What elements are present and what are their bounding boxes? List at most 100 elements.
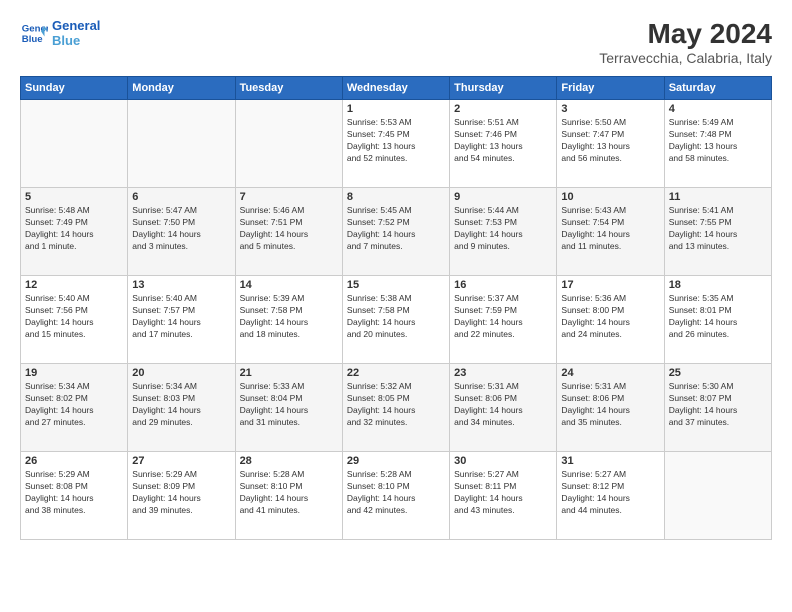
day-cell-6: 6Sunrise: 5:47 AM Sunset: 7:50 PM Daylig… <box>128 188 235 276</box>
title-block: May 2024 Terravecchia, Calabria, Italy <box>599 18 772 66</box>
day-detail: Sunrise: 5:27 AM Sunset: 8:11 PM Dayligh… <box>454 469 552 517</box>
header-tuesday: Tuesday <box>235 77 342 100</box>
day-number: 8 <box>347 191 445 203</box>
day-detail: Sunrise: 5:46 AM Sunset: 7:51 PM Dayligh… <box>240 205 338 253</box>
day-detail: Sunrise: 5:40 AM Sunset: 7:57 PM Dayligh… <box>132 293 230 341</box>
day-number: 10 <box>561 191 659 203</box>
day-number: 13 <box>132 279 230 291</box>
day-number: 17 <box>561 279 659 291</box>
day-detail: Sunrise: 5:32 AM Sunset: 8:05 PM Dayligh… <box>347 381 445 429</box>
day-number: 25 <box>669 367 767 379</box>
day-cell-30: 30 Sunrise: 5:27 AM Sunset: 8:11 PM Dayli… <box>450 452 557 540</box>
day-number: 11 <box>669 191 767 203</box>
day-cell-22: 22 Sunrise: 5:32 AM Sunset: 8:05 PM Dayli… <box>342 364 449 452</box>
day-number: 20 <box>132 367 230 379</box>
day-cell-2: 2 Sunrise: 5:51 AM Sunset: 7:46 PM Daylig… <box>450 100 557 188</box>
day-detail: Sunrise: 5:41 AM Sunset: 7:55 PM Dayligh… <box>669 205 767 253</box>
day-cell-13: 13 Sunrise: 5:40 AM Sunset: 7:57 PM Dayli… <box>128 276 235 364</box>
day-number: 2 <box>454 103 552 115</box>
day-number: 16 <box>454 279 552 291</box>
day-cell-10: 10Sunrise: 5:43 AM Sunset: 7:54 PM Dayli… <box>557 188 664 276</box>
day-detail: Sunrise: 5:53 AM Sunset: 7:45 PM Dayligh… <box>347 117 445 165</box>
day-cell-16: 16Sunrise: 5:37 AM Sunset: 7:59 PM Dayli… <box>450 276 557 364</box>
logo-line2: Blue <box>52 33 100 48</box>
day-cell-5: 5 Sunrise: 5:48 AM Sunset: 7:49 PM Daylig… <box>21 188 128 276</box>
day-cell-29: 29Sunrise: 5:28 AM Sunset: 8:10 PM Dayli… <box>342 452 449 540</box>
day-detail: Sunrise: 5:33 AM Sunset: 8:04 PM Dayligh… <box>240 381 338 429</box>
day-number: 31 <box>561 455 659 467</box>
day-detail: Sunrise: 5:29 AM Sunset: 8:09 PM Dayligh… <box>132 469 230 517</box>
day-cell-8: 8 Sunrise: 5:45 AM Sunset: 7:52 PM Daylig… <box>342 188 449 276</box>
logo-line1: General <box>52 18 100 33</box>
day-cell-15: 15 Sunrise: 5:38 AM Sunset: 7:58 PM Dayli… <box>342 276 449 364</box>
day-cell-19: 19 Sunrise: 5:34 AM Sunset: 8:02 PM Dayli… <box>21 364 128 452</box>
day-detail: Sunrise: 5:36 AM Sunset: 8:00 PM Dayligh… <box>561 293 659 341</box>
day-detail: Sunrise: 5:40 AM Sunset: 7:56 PM Dayligh… <box>25 293 123 341</box>
header-friday: Friday <box>557 77 664 100</box>
day-detail: Sunrise: 5:30 AM Sunset: 8:07 PM Dayligh… <box>669 381 767 429</box>
week-row-2: 5 Sunrise: 5:48 AM Sunset: 7:49 PM Daylig… <box>21 188 772 276</box>
header-monday: Monday <box>128 77 235 100</box>
day-detail: Sunrise: 5:35 AM Sunset: 8:01 PM Dayligh… <box>669 293 767 341</box>
week-row-5: 26 Sunrise: 5:29 AM Sunset: 8:08 PM Dayli… <box>21 452 772 540</box>
day-number: 3 <box>561 103 659 115</box>
day-cell-17: 17 Sunrise: 5:36 AM Sunset: 8:00 PM Dayli… <box>557 276 664 364</box>
header-row: SundayMondayTuesdayWednesdayThursdayFrid… <box>21 77 772 100</box>
calendar-table: SundayMondayTuesdayWednesdayThursdayFrid… <box>20 76 772 540</box>
day-cell-25: 25 Sunrise: 5:30 AM Sunset: 8:07 PM Dayli… <box>664 364 771 452</box>
week-row-1: 1 Sunrise: 5:53 AM Sunset: 7:45 PM Daylig… <box>21 100 772 188</box>
week-row-3: 12 Sunrise: 5:40 AM Sunset: 7:56 PM Dayli… <box>21 276 772 364</box>
header-wednesday: Wednesday <box>342 77 449 100</box>
day-cell-9: 9 Sunrise: 5:44 AM Sunset: 7:53 PM Daylig… <box>450 188 557 276</box>
day-number: 1 <box>347 103 445 115</box>
day-detail: Sunrise: 5:28 AM Sunset: 8:10 PM Dayligh… <box>347 469 445 517</box>
day-number: 21 <box>240 367 338 379</box>
header-saturday: Saturday <box>664 77 771 100</box>
day-detail: Sunrise: 5:29 AM Sunset: 8:08 PM Dayligh… <box>25 469 123 517</box>
empty-cell <box>235 100 342 188</box>
logo: General Blue General Blue <box>20 18 100 48</box>
main-title: May 2024 <box>599 18 772 50</box>
day-detail: Sunrise: 5:31 AM Sunset: 8:06 PM Dayligh… <box>561 381 659 429</box>
empty-cell <box>664 452 771 540</box>
day-number: 19 <box>25 367 123 379</box>
day-number: 9 <box>454 191 552 203</box>
day-detail: Sunrise: 5:48 AM Sunset: 7:49 PM Dayligh… <box>25 205 123 253</box>
empty-cell <box>128 100 235 188</box>
day-cell-3: 3Sunrise: 5:50 AM Sunset: 7:47 PM Daylig… <box>557 100 664 188</box>
day-number: 27 <box>132 455 230 467</box>
header: General Blue General Blue May 2024 Terra… <box>20 18 772 66</box>
day-number: 18 <box>669 279 767 291</box>
day-number: 5 <box>25 191 123 203</box>
day-number: 30 <box>454 455 552 467</box>
day-cell-27: 27 Sunrise: 5:29 AM Sunset: 8:09 PM Dayli… <box>128 452 235 540</box>
day-number: 14 <box>240 279 338 291</box>
day-cell-24: 24Sunrise: 5:31 AM Sunset: 8:06 PM Dayli… <box>557 364 664 452</box>
day-number: 28 <box>240 455 338 467</box>
day-cell-11: 11 Sunrise: 5:41 AM Sunset: 7:55 PM Dayli… <box>664 188 771 276</box>
day-detail: Sunrise: 5:45 AM Sunset: 7:52 PM Dayligh… <box>347 205 445 253</box>
day-number: 12 <box>25 279 123 291</box>
day-number: 7 <box>240 191 338 203</box>
day-cell-12: 12 Sunrise: 5:40 AM Sunset: 7:56 PM Dayli… <box>21 276 128 364</box>
day-cell-4: 4Sunrise: 5:49 AM Sunset: 7:48 PM Daylig… <box>664 100 771 188</box>
page: General Blue General Blue May 2024 Terra… <box>0 0 792 612</box>
day-cell-7: 7 Sunrise: 5:46 AM Sunset: 7:51 PM Daylig… <box>235 188 342 276</box>
day-detail: Sunrise: 5:34 AM Sunset: 8:02 PM Dayligh… <box>25 381 123 429</box>
day-detail: Sunrise: 5:38 AM Sunset: 7:58 PM Dayligh… <box>347 293 445 341</box>
day-cell-31: 31Sunrise: 5:27 AM Sunset: 8:12 PM Dayli… <box>557 452 664 540</box>
day-number: 26 <box>25 455 123 467</box>
day-detail: Sunrise: 5:28 AM Sunset: 8:10 PM Dayligh… <box>240 469 338 517</box>
subtitle: Terravecchia, Calabria, Italy <box>599 50 772 66</box>
week-row-4: 19 Sunrise: 5:34 AM Sunset: 8:02 PM Dayli… <box>21 364 772 452</box>
day-cell-26: 26 Sunrise: 5:29 AM Sunset: 8:08 PM Dayli… <box>21 452 128 540</box>
day-number: 15 <box>347 279 445 291</box>
day-detail: Sunrise: 5:51 AM Sunset: 7:46 PM Dayligh… <box>454 117 552 165</box>
day-detail: Sunrise: 5:49 AM Sunset: 7:48 PM Dayligh… <box>669 117 767 165</box>
empty-cell <box>21 100 128 188</box>
header-sunday: Sunday <box>21 77 128 100</box>
day-detail: Sunrise: 5:44 AM Sunset: 7:53 PM Dayligh… <box>454 205 552 253</box>
day-cell-21: 21 Sunrise: 5:33 AM Sunset: 8:04 PM Dayli… <box>235 364 342 452</box>
day-number: 22 <box>347 367 445 379</box>
day-cell-20: 20Sunrise: 5:34 AM Sunset: 8:03 PM Dayli… <box>128 364 235 452</box>
